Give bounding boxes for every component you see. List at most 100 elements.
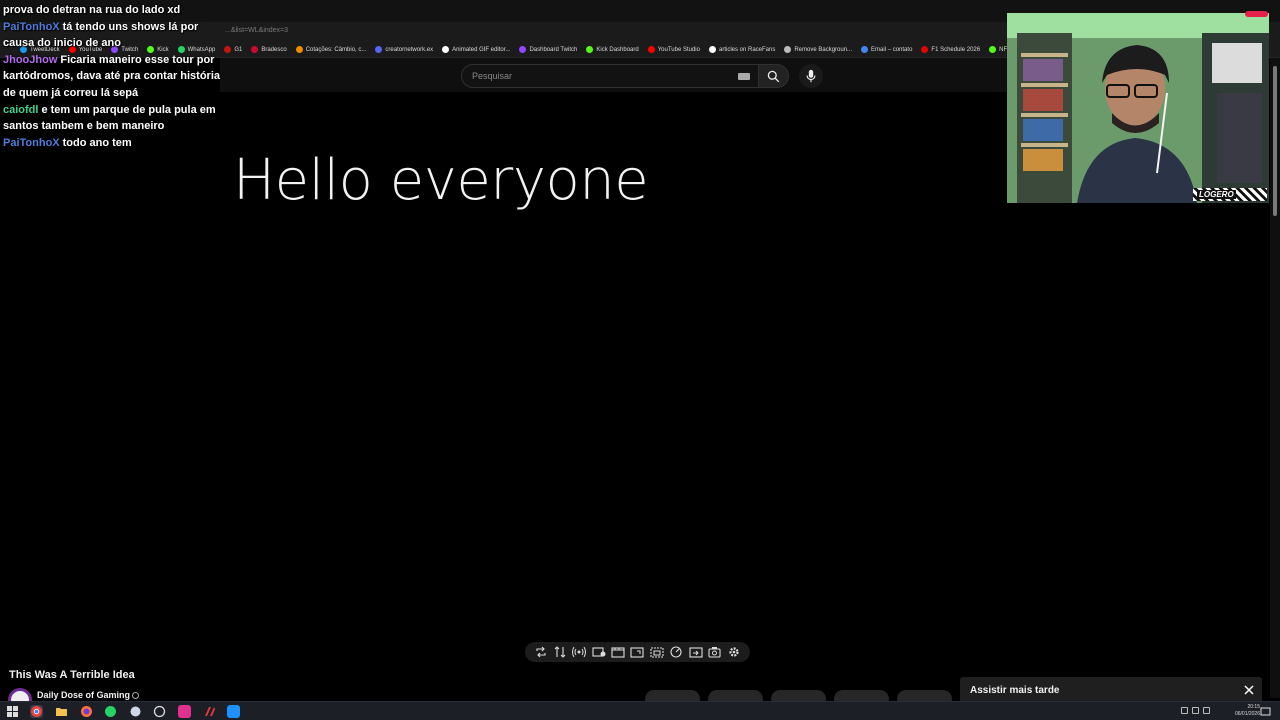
chat-message: JhooJhow Ficaria maneiro esse tour por ka…	[3, 52, 223, 102]
clock[interactable]: 20:15 06/01/2026	[1235, 704, 1260, 718]
bookmark-label: Cotações: Câmbio, c...	[305, 46, 367, 53]
bookmark-label: YouTube Studio	[657, 46, 700, 53]
chat-message: prova do detran na rua do lado xd	[3, 2, 223, 19]
chat-message: PaiTonhoX tá tendo uns shows lá por causa…	[3, 19, 223, 52]
obs-icon[interactable]	[153, 705, 166, 718]
bookmark-favicon-icon	[921, 46, 929, 53]
firefox-icon[interactable]	[80, 705, 93, 718]
windows-taskbar: 20:15 06/01/2026	[0, 701, 1280, 720]
clock-time: 20:15	[1247, 704, 1260, 710]
bookmark-label: articles on RaceFans	[718, 46, 776, 53]
chrome-taskbar-icon[interactable]	[30, 705, 43, 718]
bookmark-favicon-icon	[784, 46, 792, 53]
chat-username: caiofdl	[3, 103, 39, 116]
bookmark-item[interactable]: creatornetwork.ex	[375, 46, 433, 53]
bookmark-item[interactable]: G1	[224, 46, 242, 53]
miniplayer-icon[interactable]	[650, 645, 664, 659]
bookmark-item[interactable]: Kick Dashboard	[586, 46, 639, 53]
bookmark-label: Dashboard Twitch	[529, 46, 578, 53]
bookmark-item[interactable]: articles on RaceFans	[708, 46, 776, 53]
network-icon[interactable]	[1192, 707, 1199, 714]
chat-text: todo ano tem	[62, 136, 132, 149]
voice-search-button[interactable]	[799, 64, 823, 88]
bookmark-favicon-icon	[224, 46, 232, 53]
chat-text: prova do detran na rua do lado xd	[3, 4, 181, 16]
bookmark-item[interactable]: Remove Backgroun...	[784, 46, 852, 53]
broadcast-icon[interactable]	[572, 645, 587, 659]
bookmark-favicon-icon	[708, 46, 716, 53]
whatsapp-icon[interactable]	[104, 705, 117, 718]
bookmark-item[interactable]: Cotações: Câmbio, c...	[295, 46, 367, 53]
theater-mode-icon[interactable]	[630, 645, 645, 659]
clock-date: 06/01/2026	[1234, 711, 1260, 717]
bookmark-label: Kick Dashboard	[596, 46, 639, 53]
sort-icon[interactable]	[553, 645, 567, 659]
app-red-icon[interactable]	[203, 705, 216, 718]
search-icon	[767, 70, 780, 82]
bookmark-favicon-icon	[375, 46, 383, 53]
bookmark-label: creatornetwork.ex	[385, 46, 434, 53]
webcam-feed: LOGERO	[1007, 13, 1269, 203]
search-button[interactable]	[759, 64, 789, 88]
bookmark-favicon-icon	[295, 46, 303, 53]
bookmark-label: Animated GIF editor...	[452, 46, 511, 53]
system-tray	[1181, 707, 1210, 714]
url-text: ...&list=WL&index=3	[225, 27, 289, 34]
app-taskbar-icon[interactable]	[129, 705, 142, 718]
volume-icon[interactable]	[1203, 707, 1210, 714]
search-placeholder: Pesquisar	[472, 71, 513, 81]
bookmark-favicon-icon	[251, 46, 259, 53]
bookmark-item[interactable]: Email – contato	[861, 46, 912, 53]
app-pink-icon[interactable]	[178, 705, 191, 718]
replay-icon[interactable]	[688, 645, 703, 659]
chevron-up-icon[interactable]	[1181, 707, 1188, 714]
bookmark-favicon-icon	[442, 46, 450, 53]
speed-icon[interactable]	[669, 645, 683, 659]
notification-icon[interactable]	[1259, 705, 1272, 718]
page-scrollbar[interactable]	[1270, 58, 1280, 698]
streamer-logo: LOGERO	[1193, 188, 1267, 201]
bookmark-item[interactable]: F1 Schedule 2026	[921, 46, 980, 53]
stream-chat-overlay: prova do detran na rua do lado xd PaiTonh…	[3, 2, 223, 151]
app-blue-icon[interactable]	[227, 705, 240, 718]
bookmark-item[interactable]: YouTube Studio	[647, 46, 700, 53]
keyboard-icon[interactable]	[738, 73, 750, 80]
streamer-logo-text: LOGERO	[1197, 190, 1236, 199]
windows-start-icon[interactable]	[6, 705, 19, 718]
settings-subtitles-icon[interactable]	[592, 645, 606, 659]
channel-name-text: Daily Dose of Gaming	[37, 690, 131, 700]
clip-icon[interactable]	[611, 645, 625, 659]
loop-icon[interactable]	[534, 645, 548, 659]
bookmark-favicon-icon	[989, 46, 997, 53]
bookmark-label: F1 Schedule 2026	[931, 46, 981, 53]
folder-icon[interactable]	[55, 705, 68, 718]
bookmark-label: Remove Backgroun...	[794, 46, 853, 53]
chat-username: PaiTonhoX	[3, 20, 60, 33]
bookmark-item[interactable]: Bradesco	[251, 46, 287, 53]
bookmark-favicon-icon	[647, 46, 655, 53]
bookmark-item[interactable]: Animated GIF editor...	[442, 46, 510, 53]
microphone-icon	[806, 69, 816, 83]
gear-icon[interactable]	[727, 645, 741, 659]
chat-message: PaiTonhoX todo ano tem	[3, 135, 223, 152]
chat-username: PaiTonhoX	[3, 136, 60, 149]
chat-username: JhooJhow	[3, 53, 58, 66]
scrollbar-thumb[interactable]	[1273, 66, 1277, 216]
bookmark-favicon-icon	[861, 46, 869, 53]
bookmark-item[interactable]: Dashboard Twitch	[519, 46, 577, 53]
search-input[interactable]: Pesquisar	[461, 64, 759, 88]
watch-later-label: Assistir mais tarde	[970, 685, 1060, 696]
webcam-image	[1007, 13, 1269, 203]
close-icon[interactable]	[1242, 683, 1256, 697]
live-indicator	[1245, 11, 1268, 17]
video-frame-text: Hello everyone	[233, 148, 649, 213]
screenshot-icon[interactable]	[708, 645, 722, 659]
video-title: This Was A Terrible Idea	[9, 669, 135, 681]
bookmark-label: Bradesco	[261, 46, 287, 53]
player-controls	[525, 642, 750, 662]
bookmark-label: G1	[234, 46, 243, 53]
bookmark-favicon-icon	[519, 46, 527, 53]
channel-name[interactable]: Daily Dose of Gaming	[37, 690, 140, 700]
watch-later-panel[interactable]: Assistir mais tarde	[960, 677, 1262, 704]
bookmark-label: Email – contato	[871, 46, 913, 53]
